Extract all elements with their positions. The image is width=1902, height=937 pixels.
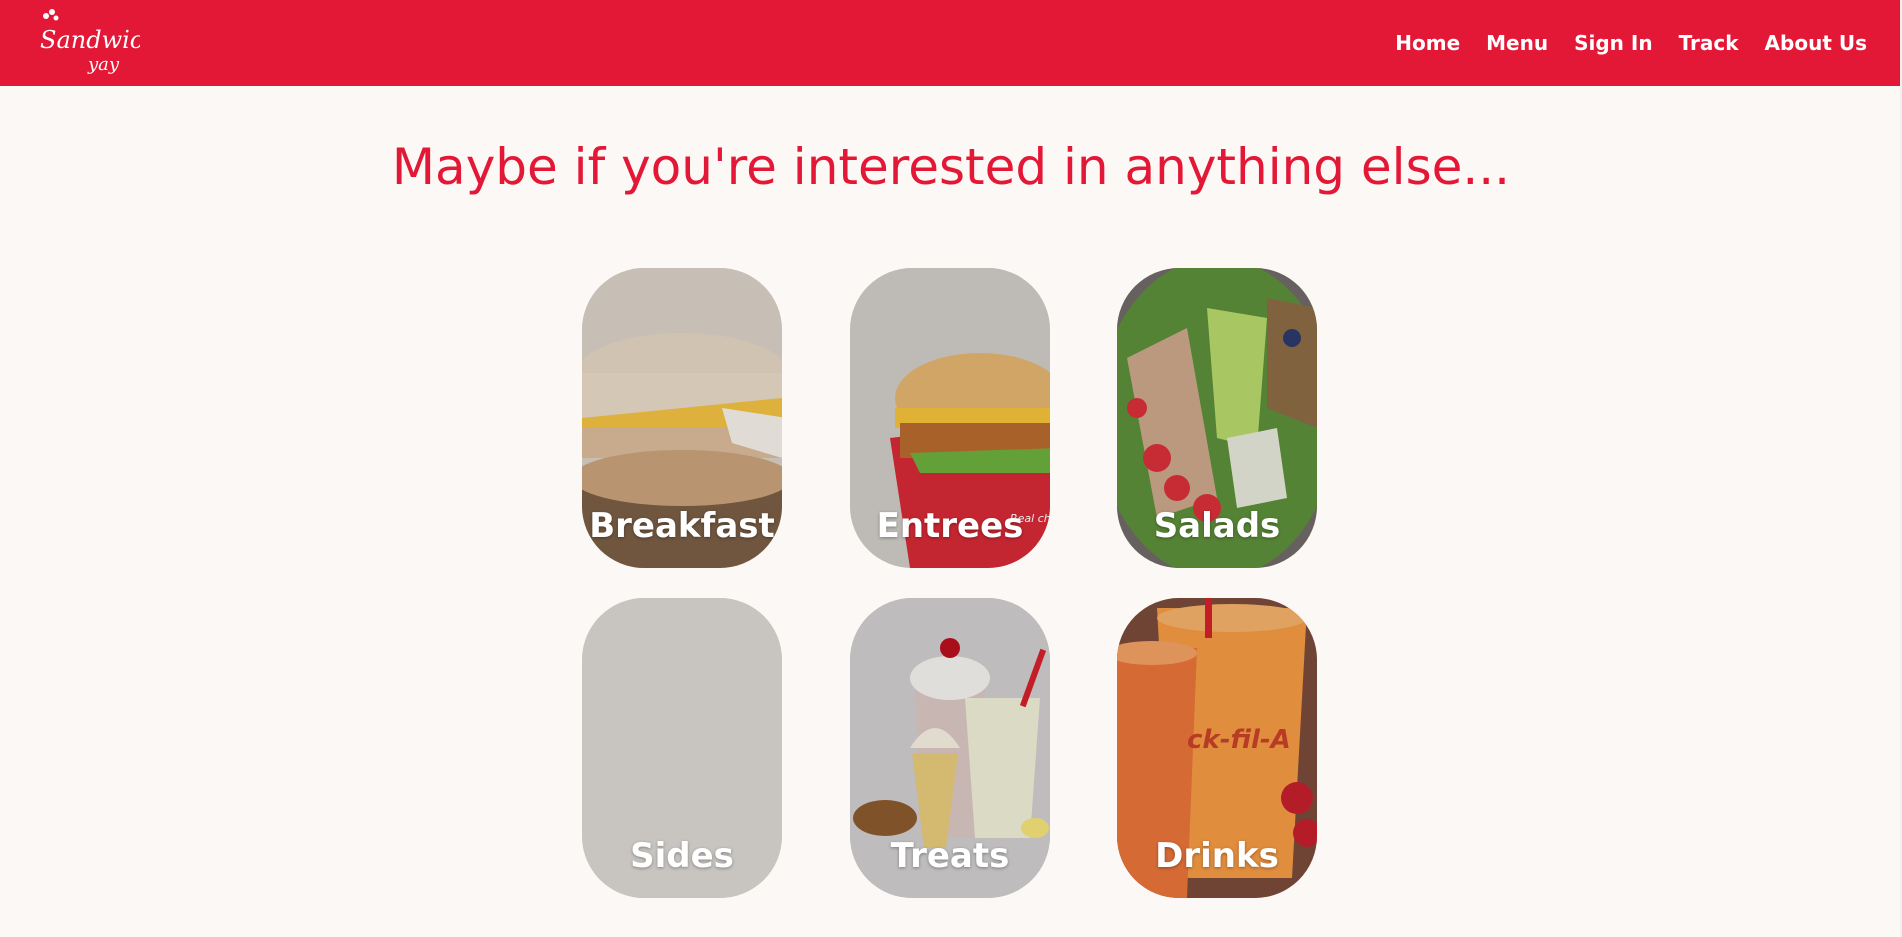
nav-link-track[interactable]: Track	[1679, 31, 1739, 55]
category-label: Entrees	[876, 506, 1024, 546]
category-label: Drinks	[1155, 836, 1279, 876]
nav-link-sign-in[interactable]: Sign In	[1574, 31, 1652, 55]
svg-text:yay: yay	[87, 54, 120, 75]
nav-link-about-us[interactable]: About Us	[1765, 31, 1867, 55]
top-navbar: Sandwich yay Home Menu Sign In Track Abo…	[0, 0, 1902, 86]
category-label: Breakfast	[589, 506, 775, 546]
nav-link-menu[interactable]: Menu	[1486, 31, 1548, 55]
page-headline: Maybe if you're interested in anything e…	[391, 138, 1511, 196]
category-label: Sides	[630, 836, 734, 876]
category-label: Treats	[890, 836, 1010, 876]
category-label: Salads	[1153, 506, 1281, 546]
category-card-drinks[interactable]: ck-fil-A Drinks	[1117, 598, 1317, 898]
logo[interactable]: Sandwich yay	[36, 6, 140, 76]
nav-link-home[interactable]: Home	[1395, 31, 1460, 55]
category-card-entrees[interactable]: Real chic Entrees	[850, 268, 1050, 568]
svg-text:Sandwich: Sandwich	[40, 26, 140, 54]
category-card-treats[interactable]: Treats	[850, 598, 1050, 898]
category-card-breakfast[interactable]: Breakfast	[582, 268, 782, 568]
category-card-salads[interactable]: Salads	[1117, 268, 1317, 568]
category-card-sides[interactable]: Sides	[582, 598, 782, 898]
main-nav: Home Menu Sign In Track About Us	[1395, 0, 1867, 86]
